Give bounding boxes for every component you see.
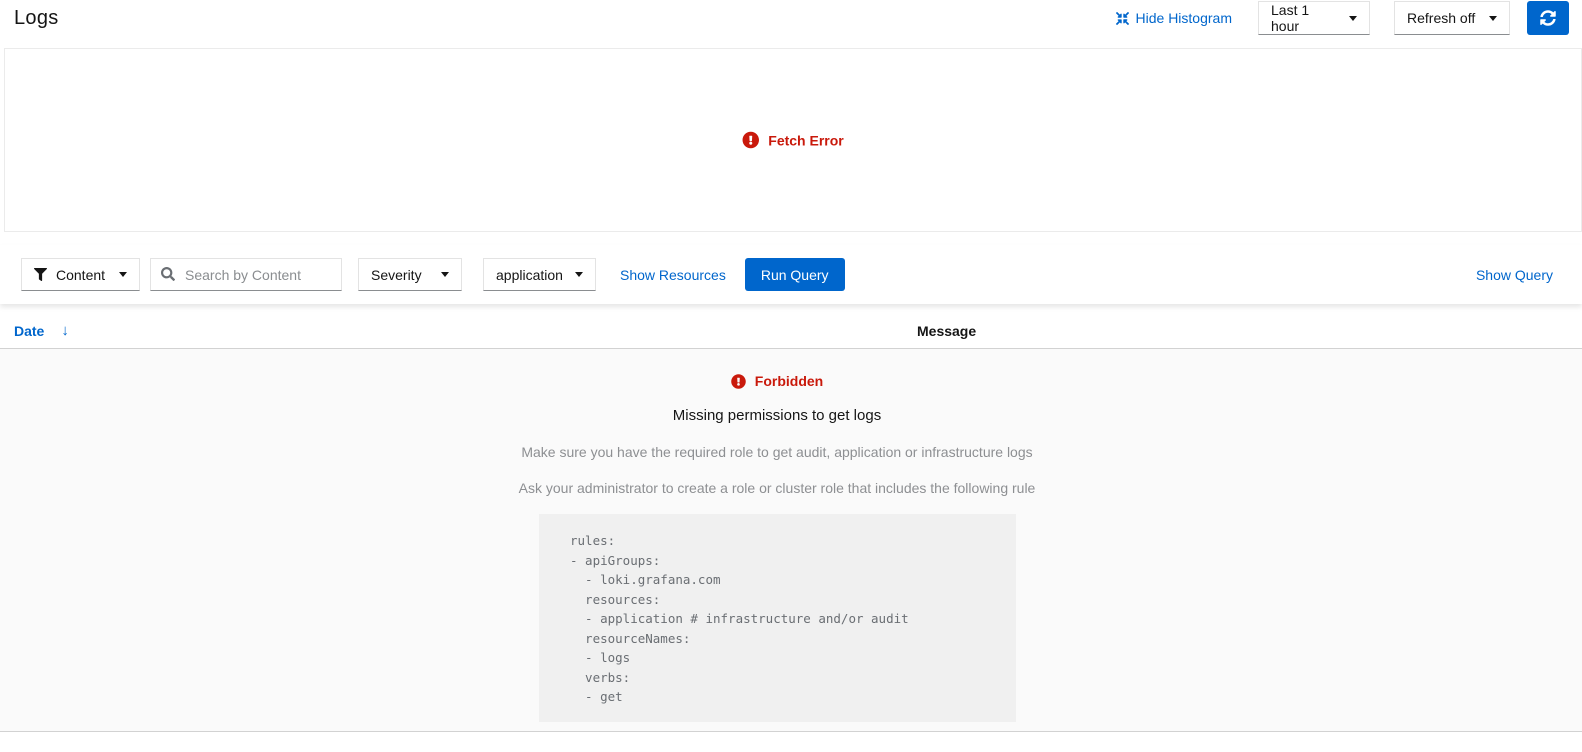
message-column-header: Message — [917, 323, 976, 339]
forbidden-subtitle: Missing permissions to get logs — [0, 407, 1554, 424]
tenant-value: application — [496, 267, 563, 283]
time-range-select[interactable]: Last 1 hour — [1258, 1, 1370, 35]
content-search — [150, 258, 342, 291]
show-query-link[interactable]: Show Query — [1476, 267, 1553, 283]
histogram-panel: Fetch Error — [4, 48, 1582, 232]
sync-icon — [1540, 10, 1556, 26]
forbidden-status: Forbidden — [0, 373, 1554, 389]
error-circle-icon — [731, 374, 746, 389]
run-query-button[interactable]: Run Query — [745, 258, 845, 291]
show-resources-link[interactable]: Show Resources — [620, 267, 726, 283]
content-filter-label: Content — [56, 267, 105, 283]
filter-icon — [34, 268, 47, 281]
page-header: Logs Hide Histogram Last 1 hour Refresh … — [0, 0, 1582, 36]
filter-toolbar: Content Severity application Show Resour… — [0, 245, 1582, 304]
severity-label: Severity — [371, 267, 422, 283]
sort-descending-icon: ↓ — [61, 322, 69, 339]
page-title: Logs — [14, 7, 59, 30]
forbidden-description-2: Ask your administrator to create a role … — [0, 480, 1554, 496]
error-circle-icon — [742, 132, 759, 149]
forbidden-title: Forbidden — [755, 373, 823, 389]
tenant-dropdown[interactable]: application — [483, 258, 596, 291]
hide-histogram-label: Hide Histogram — [1136, 10, 1232, 26]
content-filter-dropdown[interactable]: Content — [21, 258, 140, 291]
header-controls: Hide Histogram Last 1 hour Refresh off — [1116, 1, 1569, 35]
required-rule-code-block: rules: - apiGroups: - loki.grafana.com r… — [539, 514, 1016, 722]
fetch-error-status: Fetch Error — [742, 132, 843, 149]
hide-histogram-link[interactable]: Hide Histogram — [1116, 10, 1232, 26]
caret-down-icon — [1489, 16, 1497, 21]
caret-down-icon — [1349, 16, 1357, 21]
caret-down-icon — [119, 272, 127, 277]
search-input[interactable] — [150, 258, 342, 291]
fetch-error-label: Fetch Error — [768, 132, 843, 148]
time-range-value: Last 1 hour — [1271, 2, 1339, 34]
logs-table-header: Date ↓ Message — [0, 313, 1582, 349]
refresh-button[interactable] — [1527, 1, 1569, 35]
compress-icon — [1116, 12, 1129, 25]
logs-page: Logs Hide Histogram Last 1 hour Refresh … — [0, 0, 1582, 752]
caret-down-icon — [441, 272, 449, 277]
date-column-label: Date — [14, 323, 44, 339]
forbidden-description-1: Make sure you have the required role to … — [0, 444, 1554, 460]
refresh-interval-select[interactable]: Refresh off — [1394, 1, 1510, 35]
search-icon — [161, 267, 175, 281]
severity-dropdown[interactable]: Severity — [358, 258, 462, 291]
caret-down-icon — [575, 272, 583, 277]
date-column-header[interactable]: Date ↓ — [14, 322, 69, 339]
refresh-interval-value: Refresh off — [1407, 10, 1475, 26]
logs-table-body: Forbidden Missing permissions to get log… — [0, 349, 1582, 732]
